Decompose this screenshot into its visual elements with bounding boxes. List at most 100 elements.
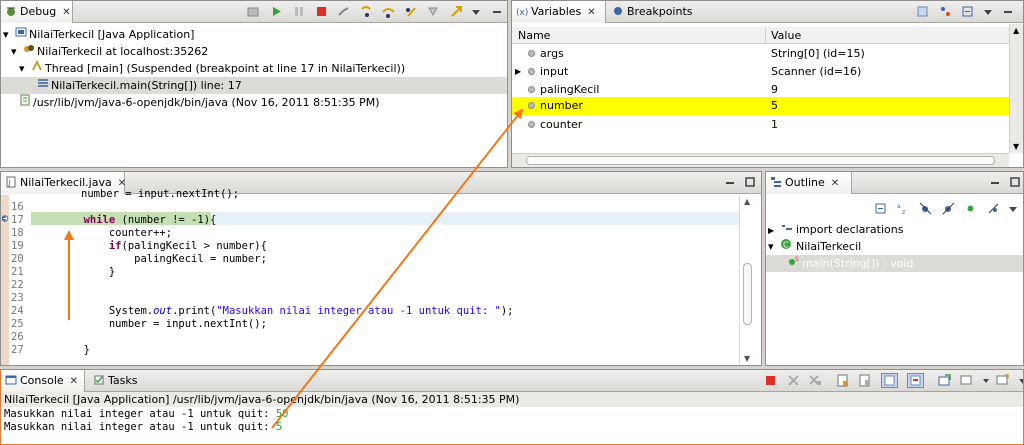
debug-tree-item-launch[interactable]: ▾ NilaiTerkecil [Java Application]: [1, 26, 507, 43]
hide-local-types-icon[interactable]: [987, 202, 1000, 215]
debug-tree-item-process[interactable]: /usr/lib/jvm/java-6-openjdk/bin/java (No…: [1, 94, 507, 111]
view-menu-icon[interactable]: [1009, 202, 1017, 215]
word-wrap-icon[interactable]: [880, 373, 898, 388]
variable-row[interactable]: palingKecil 9: [512, 81, 1009, 98]
thread-suspended-icon: [31, 60, 45, 72]
view-menu-icon[interactable]: [983, 5, 992, 18]
suspend-icon[interactable]: [292, 5, 305, 18]
remove-launch-icon[interactable]: [787, 374, 800, 387]
scroll-thumb[interactable]: [526, 156, 995, 165]
variable-row-highlighted[interactable]: number 5: [512, 97, 1009, 115]
editor-vertical-scrollbar[interactable]: ▲ ▼: [739, 195, 761, 365]
variables-tabbar: (x) Variables ✕ Breakpoints: [512, 1, 1023, 23]
expand-chevron-icon[interactable]: ▶: [768, 222, 780, 239]
step-into-icon[interactable]: [360, 5, 373, 18]
minimize-icon[interactable]: [990, 176, 1000, 189]
code-line: 22: [1, 279, 739, 292]
close-icon[interactable]: ✕: [70, 376, 78, 387]
collapse-all-icon[interactable]: [961, 5, 974, 18]
code-line: 18 counter++;: [1, 227, 739, 240]
minimize-icon[interactable]: [492, 5, 502, 18]
variable-row[interactable]: counter 1: [512, 116, 1009, 133]
close-icon[interactable]: ✕: [831, 178, 839, 189]
remove-terminated-icon[interactable]: [247, 5, 260, 18]
sort-icon[interactable]: az: [897, 202, 910, 215]
tab-tasks[interactable]: Tasks: [89, 370, 143, 392]
code-line: 21 }: [1, 266, 739, 279]
scroll-down-arrow[interactable]: ▼: [1013, 142, 1019, 151]
scroll-up-arrow[interactable]: ▲: [744, 197, 750, 206]
scroll-down-arrow[interactable]: ▼: [744, 354, 750, 363]
step-return-icon[interactable]: [405, 5, 418, 18]
close-icon[interactable]: ✕: [62, 7, 70, 18]
variables-icon: (x): [516, 5, 528, 17]
show-console-on-output-icon[interactable]: [907, 373, 924, 388]
console-output[interactable]: Masukkan nilai integer atau -1 untuk qui…: [4, 408, 1023, 444]
expand-chevron-icon[interactable]: ▶: [515, 63, 521, 80]
close-icon[interactable]: ✕: [587, 7, 595, 18]
pin-console-icon[interactable]: [938, 374, 951, 387]
outline-item-imports[interactable]: ▶ import declarations: [766, 221, 1023, 238]
maximize-icon[interactable]: [1009, 176, 1020, 189]
hide-static-icon[interactable]: [942, 202, 955, 215]
column-name-header[interactable]: Name: [518, 27, 550, 44]
view-menu-icon[interactable]: [472, 5, 480, 18]
line-number: 17: [11, 214, 24, 226]
debug-tree-item-stackframe[interactable]: NilaiTerkecil.main(String[]) line: 17: [1, 77, 507, 94]
svg-text:J: J: [8, 179, 11, 187]
open-console-icon[interactable]: [996, 374, 1009, 387]
code-line: 20 palingKecil = number;: [1, 253, 739, 266]
line-number: 26: [11, 331, 24, 343]
show-type-names-icon[interactable]: [916, 5, 929, 18]
hide-fields-icon[interactable]: [919, 202, 932, 215]
scroll-thumb[interactable]: [743, 263, 752, 325]
outline-item-class[interactable]: ▾ C NilaiTerkecil: [766, 238, 1023, 255]
display-selected-console-icon[interactable]: [960, 374, 973, 387]
tab-debug[interactable]: Debug ✕: [1, 1, 73, 23]
tab-breakpoints[interactable]: Breakpoints: [608, 1, 699, 23]
line-number: 19: [11, 240, 24, 252]
collapse-all-icon[interactable]: [874, 202, 887, 215]
variable-row[interactable]: ▶ input Scanner (id=16): [512, 63, 1009, 80]
show-logical-structure-icon[interactable]: [939, 5, 952, 18]
drop-to-frame-icon[interactable]: [427, 5, 440, 18]
terminate-icon[interactable]: [315, 5, 328, 18]
step-over-icon[interactable]: [382, 5, 395, 18]
use-step-filters-icon[interactable]: [450, 5, 463, 18]
remove-all-terminated-icon[interactable]: [809, 374, 822, 387]
column-value-header[interactable]: Value: [771, 27, 801, 44]
maximize-icon[interactable]: [744, 176, 755, 189]
expanded-chevron-icon[interactable]: ▾: [768, 238, 780, 255]
editor-view: J NilaiTerkecil.java ✕ number = input.next…: [0, 171, 762, 366]
scroll-lock-icon[interactable]: [858, 374, 871, 387]
clear-console-icon[interactable]: [836, 374, 849, 387]
line-number: 24: [11, 305, 24, 317]
outline-tree: ▶ import declarations ▾ C NilaiTerkecil Sma…: [766, 222, 1023, 365]
variable-row[interactable]: args String[0] (id=15): [512, 45, 1009, 62]
variables-vertical-scrollbar[interactable]: ▲ ▼: [1009, 24, 1023, 153]
code-line: 23: [1, 292, 739, 305]
resume-icon[interactable]: [270, 5, 283, 18]
code-text: palingKecil = number;: [33, 253, 267, 265]
terminate-icon[interactable]: [764, 374, 777, 387]
tab-outline[interactable]: Outline ✕: [766, 172, 852, 194]
debug-tree-item-target[interactable]: ▾ NilaiTerkecil at localhost:35262: [1, 43, 507, 60]
variables-horizontal-scrollbar[interactable]: [512, 153, 1009, 167]
outline-item-method[interactable]: Smain(String[]) : void: [766, 255, 1023, 272]
expanded-chevron-icon[interactable]: ▾: [3, 26, 15, 43]
disconnect-icon[interactable]: [337, 5, 350, 18]
minimize-icon[interactable]: [1003, 5, 1013, 18]
partial-code-line: number = input.nextInt();: [81, 188, 240, 200]
dropdown-arrow-icon[interactable]: [982, 374, 989, 387]
expanded-chevron-icon[interactable]: ▾: [19, 60, 31, 77]
hide-non-public-icon[interactable]: [964, 202, 977, 215]
debug-tree-item-thread[interactable]: ▾ Thread [main] (Suspended (breakpoint at…: [1, 60, 507, 77]
tab-console[interactable]: Console ✕: [1, 370, 85, 392]
view-menu-icon[interactable]: [1018, 374, 1023, 387]
expanded-chevron-icon[interactable]: ▾: [11, 43, 23, 60]
code-area[interactable]: number = input.nextInt(); 16 17 while (nu…: [1, 188, 739, 365]
scroll-up-arrow[interactable]: ▲: [1013, 26, 1019, 35]
tab-variables[interactable]: (x) Variables ✕: [512, 1, 606, 23]
console-user-input: 5: [275, 421, 283, 433]
code-text: if(palingKecil > number){: [108, 240, 267, 252]
